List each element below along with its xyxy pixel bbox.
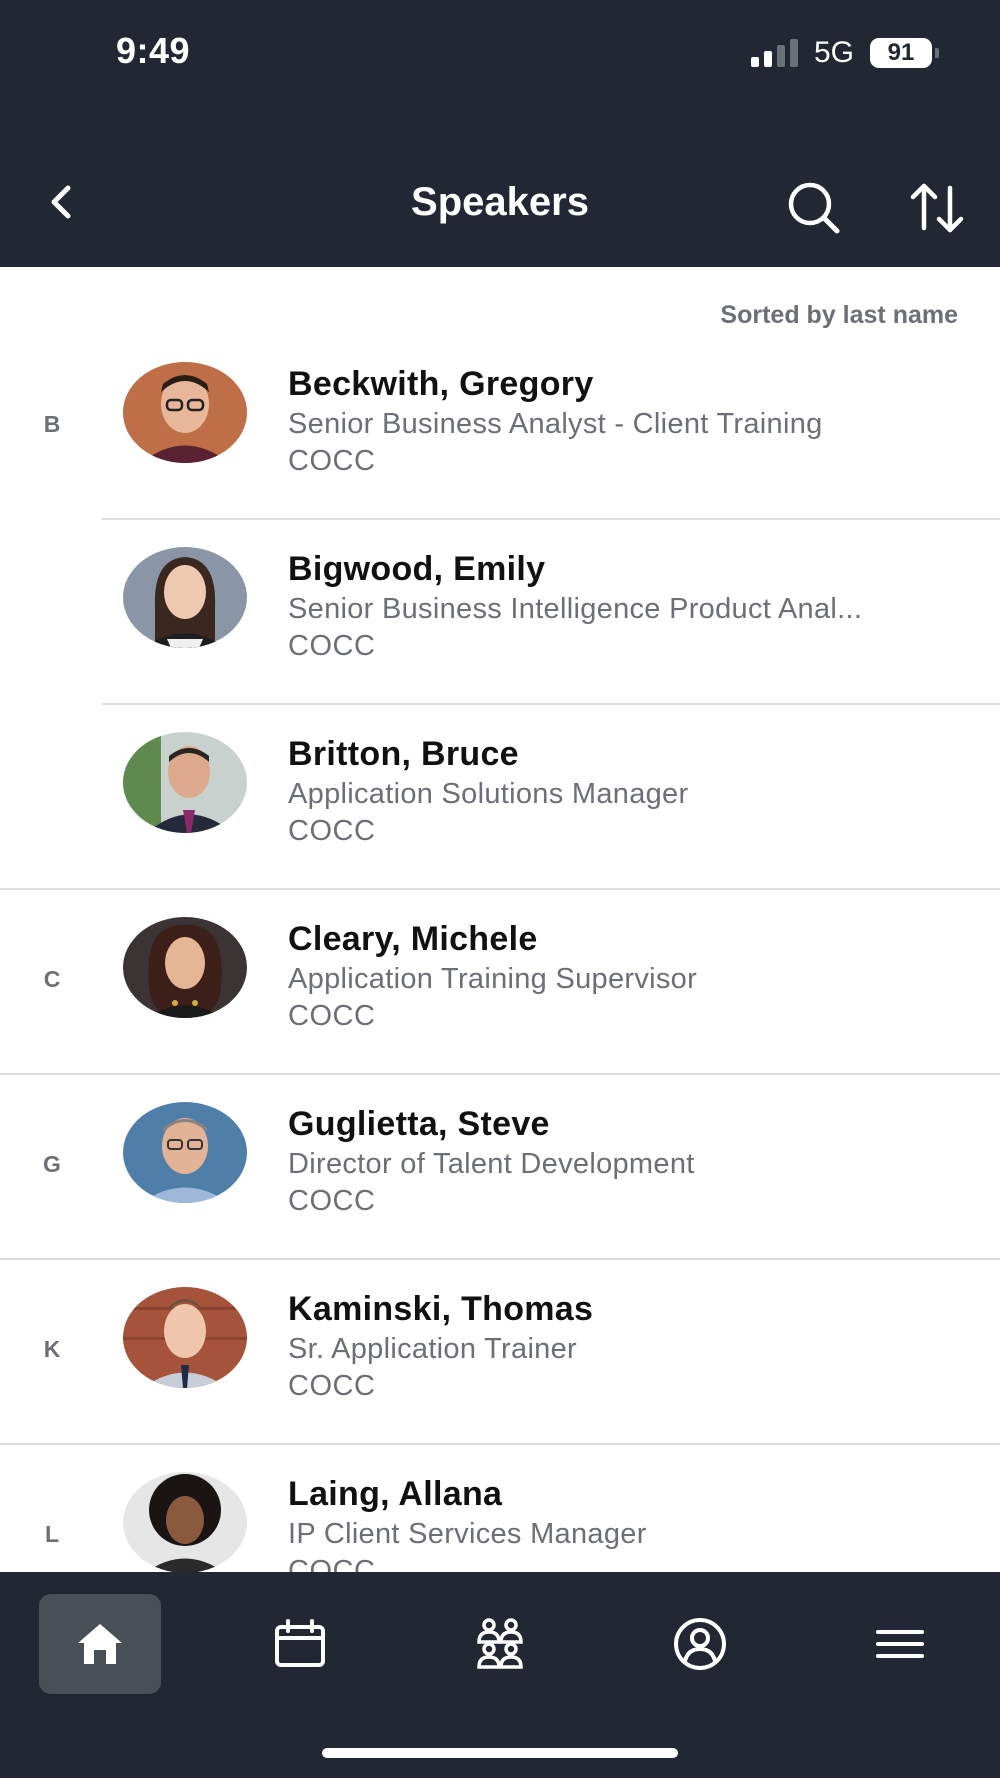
avatar: [123, 362, 247, 463]
speaker-name: Guglietta, Steve: [288, 1105, 550, 1143]
avatar: [123, 1472, 247, 1572]
section-letter: K: [43, 1336, 61, 1362]
speaker-title: Application Training Supervisor: [288, 963, 698, 995]
search-icon: [788, 182, 840, 234]
speaker-title: Application Solutions Manager: [288, 778, 689, 810]
profile-icon: [674, 1618, 726, 1670]
speaker-title: Sr. Application Trainer: [288, 1333, 577, 1365]
speaker-title: IP Client Services Manager: [288, 1518, 647, 1550]
avatar: [123, 547, 247, 648]
speaker-row[interactable]: K Kaminski, Thomas Sr. Application Train…: [0, 1260, 1000, 1445]
avatar: [123, 917, 247, 1018]
speaker-company: COCC: [288, 1370, 376, 1402]
section-letter: L: [44, 1521, 60, 1547]
tab-menu[interactable]: [839, 1594, 961, 1694]
speaker-row[interactable]: C Cleary, Michele Application Training S…: [0, 890, 1000, 1075]
speaker-title: Senior Business Analyst - Client Trainin…: [288, 408, 823, 440]
speaker-name: Britton, Bruce: [288, 735, 519, 773]
speaker-company: COCC: [288, 1555, 376, 1572]
status-time: 9:49: [116, 30, 191, 71]
network-label: 5G: [813, 36, 854, 69]
speaker-company: COCC: [288, 630, 376, 662]
speaker-name: Bigwood, Emily: [288, 550, 546, 588]
app-header: 9:49 5G 91 Speakers: [0, 0, 1000, 267]
speaker-row[interactable]: B Beckwith, Gregory Senior Business Anal…: [0, 335, 1000, 520]
search-button[interactable]: [786, 180, 842, 236]
battery-icon: 91: [870, 38, 939, 68]
speaker-company: COCC: [288, 1000, 376, 1032]
people-icon: [477, 1618, 523, 1669]
tab-home[interactable]: [39, 1594, 161, 1694]
home-indicator[interactable]: [322, 1748, 678, 1758]
signal-icon: [750, 39, 798, 67]
speaker-company: COCC: [288, 1185, 376, 1217]
status-indicators: 5G 91: [750, 36, 939, 70]
speaker-company: COCC: [288, 815, 376, 847]
section-letter: G: [43, 1151, 61, 1177]
sort-button[interactable]: [908, 180, 966, 236]
speaker-company: COCC: [288, 445, 376, 477]
sort-arrows-icon: [910, 183, 964, 233]
menu-icon: [876, 1630, 924, 1658]
avatar: [123, 1102, 247, 1203]
page-title: Speakers: [411, 180, 589, 224]
section-letter: B: [43, 411, 61, 437]
tab-people[interactable]: [439, 1594, 561, 1694]
tab-profile[interactable]: [639, 1594, 761, 1694]
speaker-name: Beckwith, Gregory: [288, 365, 594, 403]
speaker-row[interactable]: Bigwood, Emily Senior Business Intellige…: [0, 520, 1000, 705]
speaker-list: B Beckwith, Gregory Senior Business Anal…: [0, 335, 1000, 1572]
avatar: [123, 1287, 247, 1388]
speaker-title: Director of Talent Development: [288, 1148, 695, 1180]
speaker-row[interactable]: Britton, Bruce Application Solutions Man…: [0, 705, 1000, 890]
avatar: [123, 732, 247, 833]
speaker-name: Kaminski, Thomas: [288, 1290, 594, 1328]
tab-agenda[interactable]: [239, 1594, 361, 1694]
speaker-name: Laing, Allana: [288, 1475, 503, 1513]
sort-note: Sorted by last name: [720, 301, 958, 329]
speaker-row[interactable]: L Laing, Allana IP Client Services Manag…: [0, 1445, 1000, 1572]
home-icon: [78, 1624, 122, 1664]
speaker-name: Cleary, Michele: [288, 920, 538, 958]
speaker-row[interactable]: G Guglietta, Steve Director of Talent De…: [0, 1075, 1000, 1260]
section-letter: C: [43, 966, 61, 992]
calendar-icon: [275, 1619, 325, 1667]
speaker-title: Senior Business Intelligence Product Ana…: [288, 593, 863, 625]
